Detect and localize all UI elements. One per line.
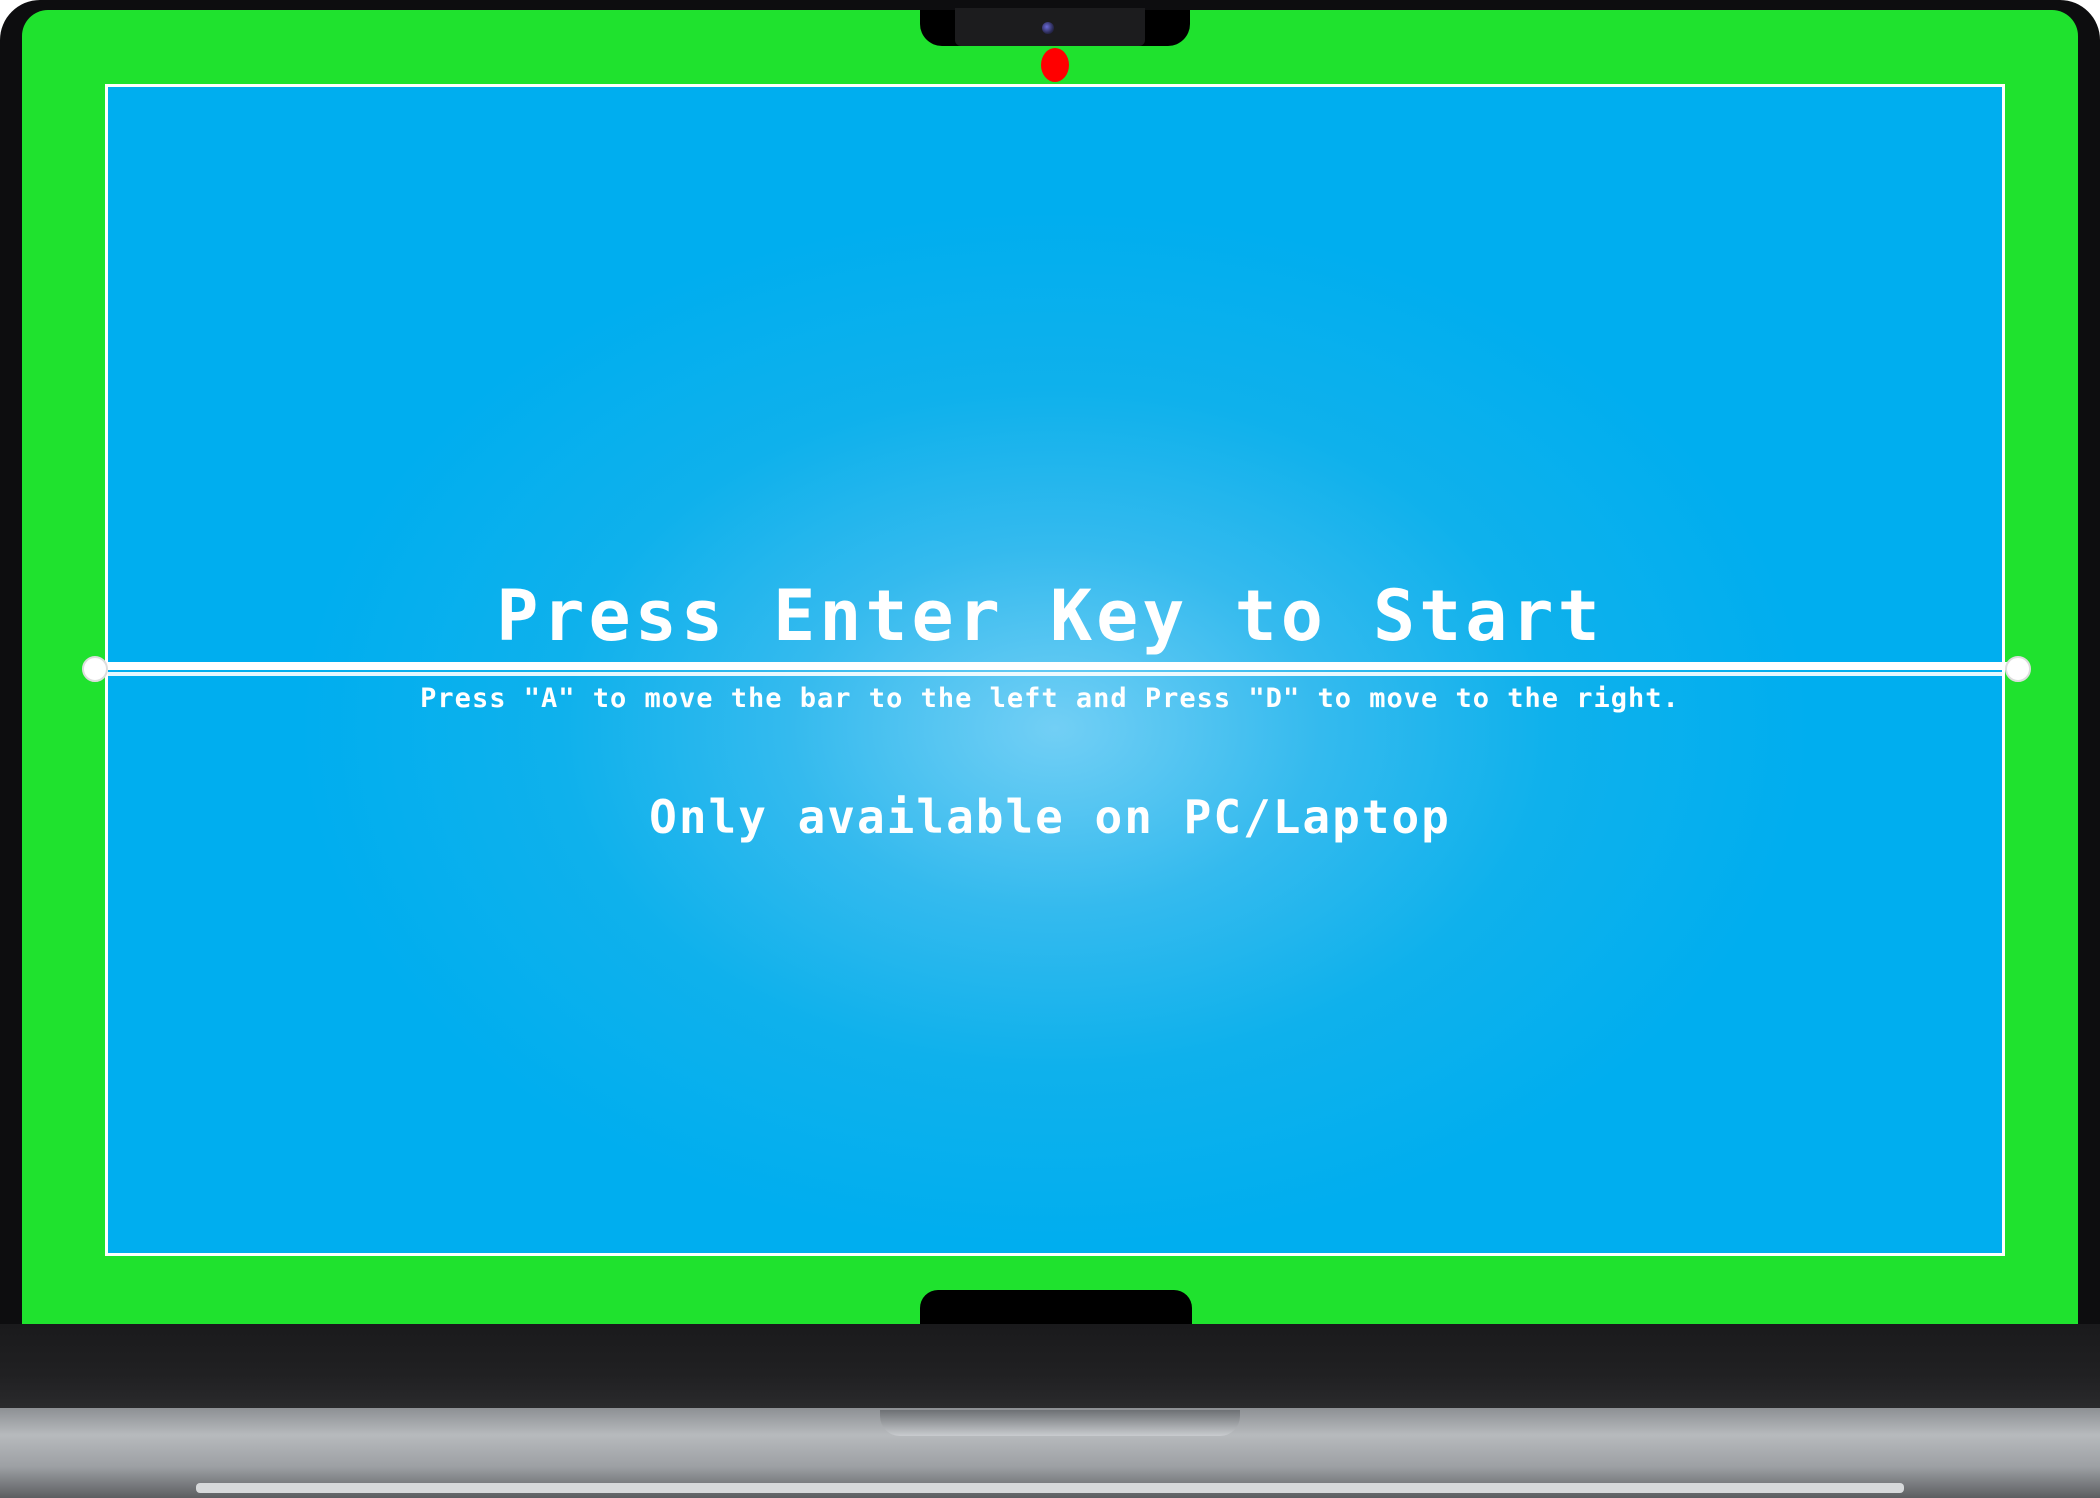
lower-bezel (0, 1324, 2100, 1408)
paddle-bar-underline (105, 672, 2005, 676)
start-prompt: Press Enter Key to Start (496, 575, 1604, 657)
game-field[interactable] (105, 84, 2005, 1256)
paddle-left-cap (82, 656, 108, 682)
bottom-bezel-tab (920, 1290, 1192, 1324)
paddle-bar (90, 662, 2020, 670)
laptop-frame: Press Enter Key to Start Press "A" to mo… (0, 0, 2100, 1498)
paddle-right-cap (2005, 656, 2031, 682)
base-edge (196, 1483, 1904, 1493)
camera-icon (1042, 22, 1054, 34)
ball (1041, 48, 1069, 82)
lid-opening-notch (880, 1410, 1240, 1436)
platform-notice: Only available on PC/Laptop (649, 790, 1451, 844)
controls-instructions: Press "A" to move the bar to the left an… (420, 683, 1680, 714)
